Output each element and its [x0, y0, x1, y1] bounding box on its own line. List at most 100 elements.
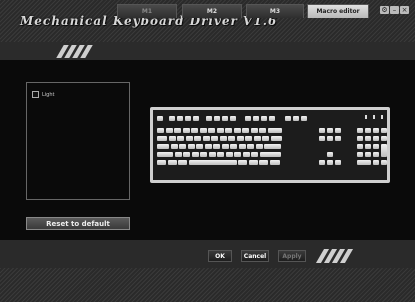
keyboard-key[interactable]	[357, 152, 363, 157]
keyboard-key[interactable]	[381, 128, 387, 133]
keyboard-key[interactable]	[242, 128, 249, 133]
keyboard-key[interactable]	[319, 136, 325, 141]
keyboard-key[interactable]	[167, 160, 177, 165]
keyboard-key[interactable]	[381, 136, 387, 141]
keyboard-key[interactable]	[193, 116, 199, 121]
reset-to-default-button[interactable]: Reset to default	[26, 217, 130, 230]
keyboard-key[interactable]	[327, 136, 333, 141]
keyboard-key[interactable]	[187, 144, 195, 149]
keyboard-key[interactable]	[293, 116, 299, 121]
keyboard-key[interactable]	[179, 144, 186, 149]
keyboard-key[interactable]	[178, 160, 187, 165]
keyboard-key[interactable]	[319, 160, 325, 165]
keyboard-key[interactable]	[188, 160, 237, 165]
keyboard-key[interactable]	[200, 152, 207, 157]
keyboard-key[interactable]	[319, 128, 325, 133]
keyboard-key[interactable]	[255, 144, 263, 149]
keyboard-key[interactable]	[301, 116, 307, 121]
keyboard-key[interactable]	[270, 136, 282, 141]
keyboard-key[interactable]	[185, 116, 191, 121]
keyboard-key[interactable]	[365, 152, 371, 157]
keyboard-key[interactable]	[208, 152, 216, 157]
keyboard-key[interactable]	[250, 128, 258, 133]
keyboard-key[interactable]	[194, 136, 201, 141]
keyboard-key[interactable]	[217, 152, 224, 157]
keyboard-key[interactable]	[259, 128, 266, 133]
keyboard-key[interactable]	[157, 128, 164, 133]
keyboard-key[interactable]	[219, 136, 227, 141]
keyboard-key[interactable]	[381, 160, 387, 165]
keyboard-key[interactable]	[373, 160, 379, 165]
keyboard-key[interactable]	[245, 136, 252, 141]
keyboard-key[interactable]	[373, 144, 379, 149]
keyboard-key[interactable]	[233, 128, 241, 133]
keyboard-key[interactable]	[253, 116, 259, 121]
keyboard-key[interactable]	[182, 128, 190, 133]
keyboard-key[interactable]	[174, 152, 182, 157]
keyboard-key[interactable]	[199, 128, 207, 133]
keyboard-key[interactable]	[228, 136, 235, 141]
keyboard-key[interactable]	[157, 116, 163, 121]
light-checkbox-row[interactable]: Light	[32, 91, 54, 98]
apply-button[interactable]: Apply	[278, 250, 306, 262]
keyboard-key[interactable]	[251, 152, 258, 157]
keyboard-key[interactable]	[373, 128, 379, 133]
tab-m3[interactable]: M3	[246, 4, 304, 18]
keyboard-key[interactable]	[213, 144, 220, 149]
keyboard-key[interactable]	[327, 128, 333, 133]
keyboard-key[interactable]	[211, 136, 218, 141]
cancel-button[interactable]: Cancel	[241, 250, 269, 262]
keyboard-key[interactable]	[157, 144, 169, 149]
keyboard-key[interactable]	[202, 136, 210, 141]
keyboard-key[interactable]	[170, 144, 178, 149]
keyboard-key[interactable]	[327, 160, 333, 165]
keyboard-key[interactable]	[214, 116, 220, 121]
keyboard-key[interactable]	[177, 116, 183, 121]
keyboard-key[interactable]	[261, 116, 267, 121]
keyboard-key[interactable]	[381, 144, 387, 157]
keyboard-key[interactable]	[221, 144, 229, 149]
ok-button[interactable]: OK	[208, 250, 232, 262]
keyboard-key[interactable]	[238, 160, 247, 165]
keyboard-key[interactable]	[269, 116, 275, 121]
keyboard-key[interactable]	[335, 128, 341, 133]
keyboard-key[interactable]	[230, 144, 237, 149]
gear-icon[interactable]: ⚙	[380, 6, 389, 14]
keyboard-key[interactable]	[335, 136, 341, 141]
keyboard-key[interactable]	[191, 128, 198, 133]
keyboard-key[interactable]	[196, 144, 203, 149]
keyboard-key[interactable]	[168, 136, 176, 141]
keyboard-key[interactable]	[236, 136, 244, 141]
keyboard-key[interactable]	[285, 116, 291, 121]
keyboard-key[interactable]	[204, 144, 212, 149]
keyboard-key[interactable]	[259, 152, 281, 157]
keyboard-key[interactable]	[357, 128, 363, 133]
keyboard-key[interactable]	[335, 160, 341, 165]
keyboard-key[interactable]	[169, 116, 175, 121]
minimize-icon[interactable]: –	[390, 6, 399, 14]
light-checkbox[interactable]	[32, 91, 39, 98]
keyboard-key[interactable]	[264, 144, 281, 149]
keyboard-key[interactable]	[245, 116, 251, 121]
keyboard-key[interactable]	[208, 128, 215, 133]
keyboard-key[interactable]	[242, 152, 250, 157]
keyboard-key[interactable]	[365, 144, 371, 149]
keyboard-key[interactable]	[157, 160, 166, 165]
keyboard-key[interactable]	[216, 128, 224, 133]
keyboard-key[interactable]	[248, 160, 258, 165]
keyboard-key[interactable]	[357, 136, 363, 141]
tab-m1[interactable]: M1	[117, 4, 177, 18]
keyboard-key[interactable]	[225, 152, 233, 157]
keyboard-key[interactable]	[327, 152, 333, 157]
keyboard-key[interactable]	[259, 160, 268, 165]
keyboard-key[interactable]	[230, 116, 236, 121]
keyboard-key[interactable]	[157, 136, 167, 141]
keyboard-key[interactable]	[177, 136, 184, 141]
keyboard-key[interactable]	[365, 136, 371, 141]
tab-m2[interactable]: M2	[182, 4, 242, 18]
keyboard-key[interactable]	[157, 152, 173, 157]
keyboard-key[interactable]	[269, 160, 280, 165]
keyboard-key[interactable]	[222, 116, 228, 121]
keyboard-key[interactable]	[247, 144, 254, 149]
tab-macro-editor[interactable]: Macro editor	[307, 4, 369, 18]
